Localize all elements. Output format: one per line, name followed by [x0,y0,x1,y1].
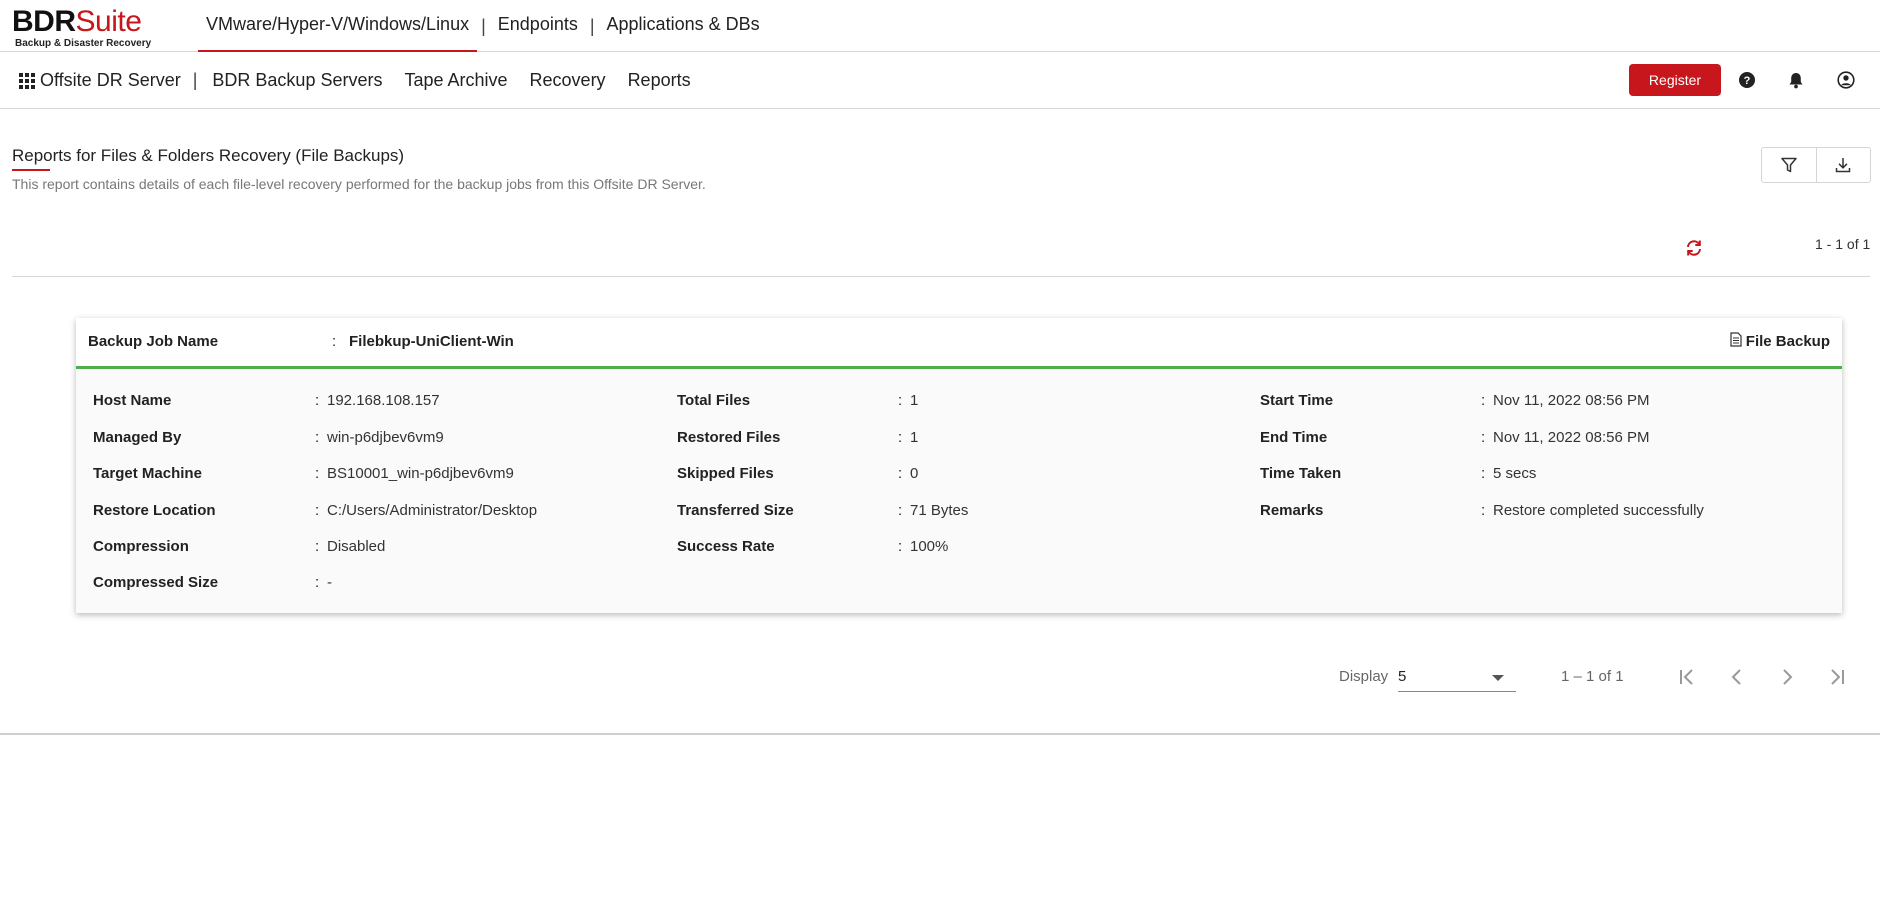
bdrsuite-logo[interactable]: BDRSuite Backup & Disaster Recovery [12,7,152,50]
page-range: 1 – 1 of 1 [1561,668,1624,685]
nav-separator: | [589,15,595,36]
restored-files-label: Restored Files [677,429,781,446]
restore-location-value: C:/Users/Administrator/Desktop [327,502,538,519]
refresh-icon[interactable] [1684,238,1704,258]
job-name-label: Backup Job Name [88,333,219,350]
job-name-colon: : [332,333,337,350]
field-colon: : [315,392,320,409]
transferred-size-label: Transferred Size [677,502,794,519]
end-time-label: End Time [1260,429,1328,446]
field-colon: : [1481,465,1486,482]
end-time-value: Nov 11, 2022 08:56 PM [1493,429,1650,446]
title-accent [12,169,50,171]
user-icon[interactable] [1835,69,1857,91]
nav-item-reports[interactable]: Reports [617,70,702,91]
transferred-size-value: 71 Bytes [910,502,969,519]
previous-page-icon[interactable] [1724,664,1750,690]
nav-separator: | [192,70,198,90]
field-colon: : [898,538,903,555]
field-colon: : [315,429,320,446]
target-machine-value: BS10001_win-p6djbev6vm9 [327,465,514,482]
field-colon: : [315,538,320,555]
start-time-value: Nov 11, 2022 08:56 PM [1493,392,1650,409]
job-name-value: Filebkup-UniClient-Win [349,333,514,350]
report-tools [1761,147,1871,183]
display-label: Display [1339,668,1389,685]
apps-grid-icon[interactable] [19,73,35,89]
total-files-label: Total Files [677,392,751,409]
compressed-size-value: - [327,574,332,591]
filter-icon[interactable] [1762,148,1816,182]
logo-wordmark: BDRSuite [12,7,152,37]
skipped-files-label: Skipped Files [677,465,774,482]
total-files-value: 1 [910,392,919,409]
field-colon: : [898,429,903,446]
managed-by-label: Managed By [93,429,182,446]
register-button[interactable]: Register [1629,64,1721,96]
host-name-label: Host Name [93,392,172,409]
time-taken-label: Time Taken [1260,465,1342,482]
field-colon: : [1481,392,1486,409]
product-nav: VMware/Hyper-V/Windows/Linux | Endpoints… [198,0,768,52]
page-size-select[interactable]: 5 [1398,664,1516,692]
chevron-down-icon [1492,675,1504,681]
logo-brand-part1: BDR [12,5,76,38]
first-page-icon[interactable] [1674,664,1700,690]
server-switcher[interactable]: Offsite DR Server [40,70,189,91]
section-bar: Offsite DR Server | BDR Backup Servers T… [0,52,1880,109]
content-divider [12,276,1870,277]
download-icon[interactable] [1815,148,1871,182]
target-machine-label: Target Machine [93,465,202,482]
product-tab-endpoints[interactable]: Endpoints [490,0,586,52]
nav-item-bdr-backup-servers[interactable]: BDR Backup Servers [201,70,393,91]
remarks-label: Remarks [1260,502,1324,519]
host-name-value: 192.168.108.157 [327,392,440,409]
logo-brand-part2: Suite [75,5,142,38]
field-colon: : [898,465,903,482]
nav-separator: | [481,15,486,36]
product-tab-vmware[interactable]: VMware/Hyper-V/Windows/Linux [198,0,478,52]
field-colon: : [315,502,320,519]
page-subtitle: This report contains details of each fil… [12,176,706,192]
compression-value: Disabled [327,538,386,555]
field-colon: : [898,392,903,409]
last-page-icon[interactable] [1824,664,1850,690]
compressed-size-label: Compressed Size [93,574,219,591]
remarks-value: Restore completed successfully [1493,502,1704,519]
help-icon[interactable]: ? [1736,69,1758,91]
restore-location-label: Restore Location [93,502,216,519]
field-colon: : [1481,429,1486,446]
nav-item-recovery[interactable]: Recovery [519,70,617,91]
job-type-label: File Backup [1745,333,1830,350]
page-size-value: 5 [1398,668,1407,685]
svg-text:?: ? [1744,75,1751,87]
start-time-label: Start Time [1260,392,1334,409]
card-header: Backup Job Name : Filebkup-UniClient-Win… [76,318,1842,369]
file-document-icon [1730,332,1742,351]
success-rate-value: 100% [910,538,949,555]
bell-icon[interactable] [1785,69,1807,91]
success-rate-label: Success Rate [677,538,775,555]
time-taken-value: 5 secs [1493,465,1537,482]
field-colon: : [898,502,903,519]
managed-by-value: win-p6djbev6vm9 [327,429,444,446]
field-colon: : [315,574,320,591]
page-title: Reports for Files & Folders Recovery (Fi… [12,146,405,165]
product-tab-applications[interactable]: Applications & DBs [599,0,768,52]
record-count: 1 - 1 of 1 [1815,236,1871,252]
job-type-badge: File Backup [1730,332,1830,351]
restored-files-value: 1 [910,429,919,446]
logo-tagline: Backup & Disaster Recovery [15,38,152,49]
field-colon: : [1481,502,1486,519]
next-page-icon[interactable] [1774,664,1800,690]
recovery-report-card: Backup Job Name : Filebkup-UniClient-Win… [76,318,1842,613]
footer-divider [0,733,1880,735]
top-bar: BDRSuite Backup & Disaster Recovery VMwa… [0,0,1880,52]
field-colon: : [315,465,320,482]
skipped-files-value: 0 [910,465,919,482]
compression-label: Compression [93,538,189,555]
nav-item-tape-archive[interactable]: Tape Archive [393,70,518,91]
section-nav: Offsite DR Server | BDR Backup Servers T… [40,52,702,109]
